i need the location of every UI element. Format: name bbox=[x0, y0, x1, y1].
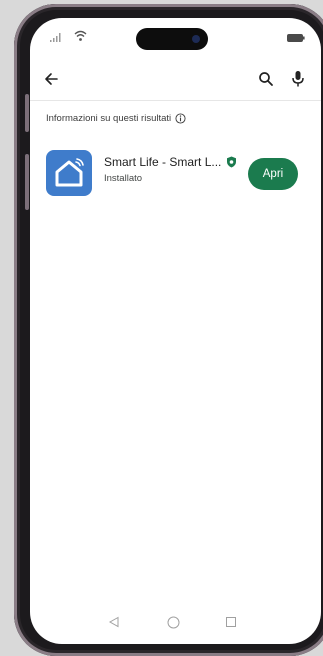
smart-home-house-icon bbox=[55, 158, 84, 187]
phone-screen: Informazioni su questi risultati Smart L… bbox=[30, 18, 321, 644]
camera-notch bbox=[136, 28, 208, 50]
nav-home-button[interactable] bbox=[165, 614, 181, 630]
nav-back-button[interactable] bbox=[106, 614, 122, 630]
play-protect-shield-icon bbox=[227, 156, 237, 168]
phone-side-button bbox=[25, 94, 29, 132]
info-circle-icon bbox=[175, 113, 186, 124]
app-name-row: Smart Life - Smart L... bbox=[104, 155, 237, 169]
back-button[interactable] bbox=[36, 64, 66, 94]
results-info-label: Informazioni su questi risultati bbox=[46, 113, 172, 124]
front-camera bbox=[192, 35, 200, 43]
nav-recents-square-icon bbox=[226, 617, 236, 627]
mic-icon bbox=[292, 71, 304, 87]
search-button[interactable] bbox=[251, 64, 281, 94]
nav-recents-button[interactable] bbox=[223, 614, 239, 630]
app-icon bbox=[46, 150, 92, 196]
status-bar bbox=[30, 18, 321, 58]
app-install-status: Installato bbox=[104, 173, 143, 184]
results-info[interactable]: Informazioni su questi risultati bbox=[46, 113, 186, 124]
system-nav-bar bbox=[30, 604, 321, 644]
search-icon bbox=[259, 72, 273, 86]
signal-icon bbox=[50, 33, 61, 42]
nav-back-triangle-icon bbox=[108, 616, 119, 628]
nav-home-circle-icon bbox=[167, 616, 179, 628]
back-arrow-icon bbox=[45, 73, 58, 85]
app-name: Smart Life - Smart L... bbox=[104, 155, 222, 169]
toolbar bbox=[30, 58, 321, 101]
voice-search-button[interactable] bbox=[283, 64, 313, 94]
phone-side-button bbox=[25, 154, 29, 210]
battery-icon bbox=[287, 34, 305, 42]
wifi-icon bbox=[74, 30, 87, 41]
open-app-button[interactable]: Apri bbox=[248, 158, 298, 190]
